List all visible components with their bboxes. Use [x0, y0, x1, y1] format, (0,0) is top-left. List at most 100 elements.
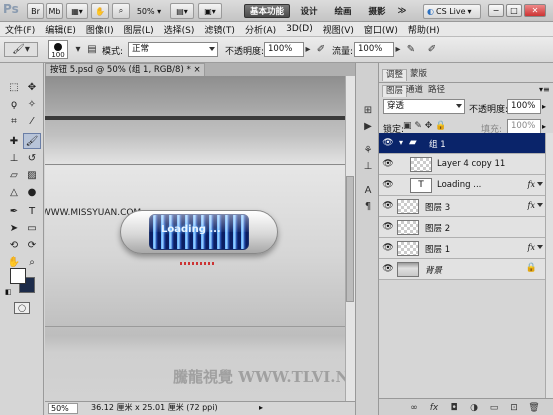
tool-preset-picker[interactable]: 🖌▾	[4, 42, 38, 57]
layer-opacity-slider-arrow[interactable]: ▸	[542, 102, 546, 111]
path-select-tool[interactable]: ➤	[5, 220, 23, 236]
zoom-level-dropdown[interactable]: 50% ▾	[133, 3, 165, 19]
close-button[interactable]: ✕	[524, 4, 546, 17]
menu-layer[interactable]: 图层(L)	[119, 23, 159, 36]
clone-stamp-tool[interactable]: ⊥	[5, 150, 23, 166]
paragraph-panel-button[interactable]: ¶	[360, 199, 376, 213]
adjustment-layer-icon[interactable]: ◑	[467, 402, 481, 413]
lasso-tool[interactable]: ϙ	[5, 96, 23, 112]
brush-size-picker[interactable]: 100	[48, 40, 68, 59]
menu-file[interactable]: 文件(F)	[0, 23, 40, 36]
eye-icon[interactable]: 👁	[382, 201, 394, 211]
default-colors-icon[interactable]: ◧	[5, 288, 12, 296]
pen-tool[interactable]: ✒	[5, 203, 23, 219]
eye-icon[interactable]: 👁	[382, 222, 394, 232]
actions-panel-button[interactable]: ▶	[360, 119, 376, 133]
healing-brush-tool[interactable]: ✚	[5, 133, 23, 149]
airbrush-button[interactable]: ✎	[403, 42, 419, 57]
lock-options-icons[interactable]: ▣ ✎ ✥ 🔒	[403, 121, 446, 131]
layer-effects-icon[interactable]: fx	[528, 180, 535, 189]
brush-panel-toggle[interactable]: ▤	[84, 42, 100, 57]
panel-menu-icon[interactable]: ▾≡	[539, 85, 550, 94]
workspace-photography-button[interactable]: 摄影	[364, 4, 390, 18]
menu-edit[interactable]: 编辑(E)	[40, 23, 81, 36]
history-brush-tool[interactable]: ↺	[23, 150, 41, 166]
layer-row-layer-4-copy-11[interactable]: 👁 Layer 4 copy 11	[379, 154, 545, 175]
fill-slider-arrow[interactable]: ▸	[542, 122, 546, 131]
eyedropper-tool[interactable]: ⁄	[23, 113, 41, 129]
add-mask-icon[interactable]: ◘	[447, 402, 461, 413]
layer-row-layer-2[interactable]: 👁 图层 2	[379, 217, 545, 238]
brush-panel-button[interactable]: ⚘	[360, 143, 376, 157]
tab-masks[interactable]: 蒙版	[407, 69, 430, 81]
menu-filter[interactable]: 滤镜(T)	[199, 23, 240, 36]
zoom-tool-button[interactable]: ⌕	[112, 3, 130, 19]
layer-effects-icon[interactable]: fx	[528, 201, 535, 210]
blur-tool[interactable]: △	[5, 184, 23, 200]
more-workspaces-button[interactable]: ≫	[395, 4, 409, 18]
menu-help[interactable]: 帮助(H)	[403, 23, 445, 36]
view-extras-button[interactable]: ▦▾	[66, 3, 88, 19]
workspace-essentials-button[interactable]: 基本功能	[244, 4, 290, 18]
3d-rotate-tool[interactable]: ⟲	[5, 237, 23, 253]
layer-row-layer-3[interactable]: 👁 图层 3 fx	[379, 196, 545, 217]
gradient-tool[interactable]: ▨	[23, 167, 41, 183]
type-tool[interactable]: T	[23, 203, 41, 219]
move-tool[interactable]: ✥	[23, 79, 41, 95]
eye-icon[interactable]: 👁	[382, 138, 394, 148]
menu-view[interactable]: 视图(V)	[318, 23, 359, 36]
menu-image[interactable]: 图像(I)	[81, 23, 119, 36]
mini-bridge-button[interactable]: Mb	[46, 3, 63, 19]
arrange-documents-button[interactable]: ▤▾	[170, 3, 194, 19]
chevron-down-icon[interactable]	[537, 203, 543, 207]
eye-icon[interactable]: 👁	[382, 180, 394, 190]
trash-icon[interactable]: 🗑	[527, 402, 541, 413]
marquee-tool[interactable]: ⬚	[5, 79, 23, 95]
maximize-button[interactable]: □	[506, 4, 522, 17]
layer-row-loading-text[interactable]: 👁 T Loading ... fx	[379, 175, 545, 196]
layer-style-icon[interactable]: fx	[427, 402, 441, 413]
chevron-down-icon[interactable]: ▾	[399, 138, 403, 147]
quick-select-tool[interactable]: ✧	[23, 96, 41, 112]
crop-tool[interactable]: ⌗	[5, 113, 23, 129]
link-layers-icon[interactable]: ∞	[407, 402, 421, 413]
menu-select[interactable]: 选择(S)	[159, 23, 200, 36]
brush-tool[interactable]: 🖌	[23, 133, 41, 149]
layer-blend-mode-select[interactable]: 穿透	[383, 99, 465, 114]
flow-slider-arrow[interactable]: ▸	[394, 42, 402, 57]
fill-input[interactable]: 100%	[507, 119, 541, 134]
bridge-button[interactable]: Br	[27, 3, 44, 19]
status-zoom-input[interactable]: 50%	[48, 403, 78, 414]
opacity-input[interactable]: 100%	[264, 42, 304, 57]
cs-live-button[interactable]: ◐ CS Live ▾	[423, 4, 481, 19]
tab-adjustments[interactable]: 调整	[382, 69, 408, 81]
character-panel-button[interactable]: A	[360, 183, 376, 197]
new-group-icon[interactable]: ▭	[487, 402, 501, 413]
eye-icon[interactable]: 👁	[382, 243, 394, 253]
layer-opacity-input[interactable]: 100%	[507, 99, 541, 114]
clone-source-button[interactable]: ⊥	[360, 159, 376, 173]
quick-mask-button[interactable]: ◯	[14, 302, 30, 314]
status-menu-arrow[interactable]: ▸	[259, 402, 263, 414]
eraser-tool[interactable]: ▱	[5, 167, 23, 183]
tablet-opacity-button[interactable]: ✐	[313, 42, 329, 57]
layer-row-group-1[interactable]: 👁 ▾ ▰ 组 1	[379, 133, 545, 154]
document-tab[interactable]: 按钮 5.psd @ 50% (组 1, RGB/8) * ×	[45, 63, 205, 76]
workspace-painting-button[interactable]: 绘画	[330, 4, 356, 18]
eye-icon[interactable]: 👁	[382, 159, 394, 169]
foreground-color-swatch[interactable]	[10, 268, 26, 284]
layer-row-layer-1[interactable]: 👁 图层 1 fx	[379, 238, 545, 259]
opacity-slider-arrow[interactable]: ▸	[304, 42, 312, 57]
minimize-button[interactable]: −	[488, 4, 504, 17]
close-icon[interactable]: ×	[193, 65, 200, 75]
menu-3d[interactable]: 3D(D)	[281, 24, 318, 34]
dodge-tool[interactable]: ●	[23, 184, 41, 200]
shape-tool[interactable]: ▭	[23, 220, 41, 236]
document-canvas[interactable]: 思缘设计论坛 WWW.MISSYUAN.COM Loading ... 騰龍視覺…	[45, 76, 345, 401]
chevron-down-icon[interactable]	[537, 245, 543, 249]
layer-row-background[interactable]: 👁 背景 🔒	[379, 259, 545, 280]
history-panel-button[interactable]: ⊞	[360, 103, 376, 117]
layers-scrollbar[interactable]	[545, 133, 553, 398]
menu-analysis[interactable]: 分析(A)	[240, 23, 281, 36]
workspace-design-button[interactable]: 设计	[296, 4, 322, 18]
